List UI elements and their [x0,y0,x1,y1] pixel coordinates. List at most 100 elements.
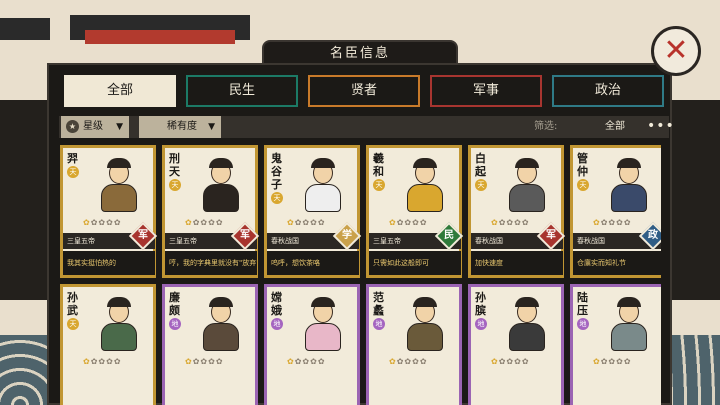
minister-name-text: 鬼谷子 [271,152,282,191]
grade-badge: 天 [475,179,487,191]
minister-portrait [189,295,251,355]
star-icon: ★ [66,120,79,133]
minister-portrait [291,295,353,355]
star-rating: ✿✿✿✿✿ [389,218,428,227]
minister-card[interactable]: 白起天 ✿✿✿✿✿ 春秋战国军加快速度 [468,145,566,278]
star-rating: ✿✿✿✿✿ [593,218,632,227]
filter-value[interactable]: 全部 [605,116,625,138]
star-rating: ✿✿✿✿✿ [593,357,632,366]
minister-portrait [291,156,353,216]
grade-badge: 天 [373,179,385,191]
minister-name: 刑天天 [169,152,183,191]
minister-name: 孙膑地 [475,291,489,330]
minister-quote: 我其实挺怕热的 [63,251,155,275]
minister-name-text: 刑天 [169,152,180,178]
close-button[interactable]: ✕ [651,26,701,76]
minister-name: 陆压地 [577,291,591,330]
filter-label: 筛选: [534,121,558,132]
grade-badge: 地 [169,318,181,330]
minister-card[interactable]: 羿天 ✿✿✿✿✿ 三皇五帝军我其实挺怕热的 [60,145,158,278]
role-badge-text: 军 [138,230,148,241]
star-rating: ✿✿✿✿✿ [491,218,530,227]
more-options-icon[interactable]: ••• [647,116,675,138]
minister-portrait [393,295,455,355]
role-badge-text: 政 [648,230,658,241]
role-badge-text: 民 [444,230,454,241]
star-rating: ✿✿✿✿✿ [185,357,224,366]
minister-name-text: 羿 [67,152,78,165]
minister-portrait [495,156,557,216]
minister-portrait [189,156,251,216]
minister-quote: 哼，我的字典里就没有"放弃"二字 [165,251,257,275]
sort-rarity-label: 稀有度 [167,121,197,132]
sort-star-dropdown[interactable]: ★ 星级 ▼ [61,116,129,138]
minister-name: 管仲天 [577,152,591,191]
minister-name-text: 陆压 [577,291,588,317]
tab-0[interactable]: 全部 [64,75,176,107]
grade-badge: 地 [577,318,589,330]
grade-badge: 天 [67,318,79,330]
grade-badge: 地 [475,318,487,330]
minister-name-text: 嫦娥 [271,291,282,317]
grade-badge: 天 [67,166,79,178]
star-rating: ✿✿✿✿✿ [185,218,224,227]
minister-card[interactable]: 羲和天 ✿✿✿✿✿ 三皇五帝民只需如此这般即可 [366,145,464,278]
minister-quote: 加快速度 [471,251,563,275]
star-rating: ✿✿✿✿✿ [83,218,122,227]
chevron-down-icon: ▼ [116,122,123,132]
grade-badge: 天 [577,179,589,191]
sort-rarity-dropdown[interactable]: 稀有度 ▼ [139,116,221,138]
role-badge-text: 军 [546,230,556,241]
minister-name-text: 管仲 [577,152,588,178]
grade-badge: 地 [271,318,283,330]
minister-card[interactable]: 刑天天✿✿✿✿✿三皇五帝军哼，我的字典里就没有"放弃"二字 [162,145,260,278]
category-tabs: 全部 民生 贤者 军事 政治 [64,75,664,107]
minister-name: 白起天 [475,152,489,191]
minister-name-text: 羲和 [373,152,384,178]
star-rating: ✿✿✿✿✿ [287,357,326,366]
star-rating: ✿✿✿✿✿ [83,357,122,366]
minister-name: 孙武天 [67,291,81,330]
minister-name: 范蠡地 [373,291,387,330]
minister-card[interactable]: 范蠡地 ✿✿✿✿✿ [366,284,462,405]
tab-4[interactable]: 政治 [552,75,664,107]
minister-name: 廉颇地 [169,291,183,330]
grade-badge: 天 [271,192,283,204]
tab-3[interactable]: 军事 [430,75,542,107]
star-rating: ✿✿✿✿✿ [389,357,428,366]
minister-portrait [87,156,149,216]
minister-card[interactable]: 管仲天 ✿✿✿✿✿ 春秋战国政仓廪实而知礼节 [570,145,661,278]
minister-name-text: 孙膑 [475,291,486,317]
tab-1[interactable]: 民生 [186,75,298,107]
minister-name-text: 白起 [475,152,486,178]
minister-portrait [597,295,659,355]
role-badge-text: 军 [240,230,250,241]
minister-name: 嫦娥地 [271,291,285,330]
minister-quote: 只需如此这般即可 [369,251,461,275]
filter-bar: ★ 星级 ▼ 稀有度 ▼ 筛选: 全部 ••• [59,116,674,138]
grade-badge: 天 [169,179,181,191]
minister-portrait [597,156,659,216]
chevron-down-icon: ▼ [208,122,215,132]
tab-2[interactable]: 贤者 [308,75,420,107]
minister-card[interactable]: 鬼谷子天 ✿✿✿✿✿ 春秋战国学呜呼，想饮茶咯 [264,145,362,278]
grade-badge: 地 [373,318,385,330]
minister-quote: 呜呼，想饮茶咯 [267,251,359,275]
minister-card[interactable]: 孙武天 ✿✿✿✿✿ [60,284,156,405]
minister-card-grid: 羿天 ✿✿✿✿✿ 三皇五帝军我其实挺怕热的 刑天天 ✿✿✿✿✿ 三皇五帝军哼，我的字典里就… [59,143,661,405]
minister-portrait [87,295,149,355]
minister-card[interactable]: 廉颇地 ✿✿✿✿✿ [162,284,258,405]
minister-card[interactable]: 嫦娥地 ✿✿✿✿✿ [264,284,360,405]
star-rating: ✿✿✿✿✿ [491,357,530,366]
role-badge-text: 学 [342,230,352,241]
minister-name-text: 孙武 [67,291,78,317]
minister-name: 羿天 [67,152,81,178]
minister-card[interactable]: 孙膑地 ✿✿✿✿✿ [468,284,564,405]
minister-name: 鬼谷子天 [271,152,285,204]
minister-portrait [393,156,455,216]
minister-card[interactable]: 陆压地 ✿✿✿✿✿ [570,284,661,405]
minister-name-text: 廉颇 [169,291,180,317]
close-icon: ✕ [663,33,689,68]
minister-portrait [495,295,557,355]
minister-name-text: 范蠡 [373,291,384,317]
